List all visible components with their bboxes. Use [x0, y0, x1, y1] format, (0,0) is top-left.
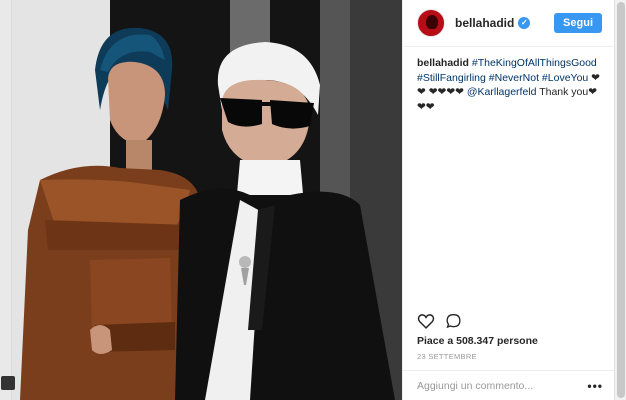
- camera-icon: [1, 376, 15, 390]
- left-edge-strip: [0, 0, 15, 400]
- hashtag-link[interactable]: #StillFangirling: [417, 72, 486, 84]
- hashtag-link[interactable]: #TheKingOfAllThingsGood: [472, 57, 597, 69]
- hashtag-link[interactable]: #LoveYou: [542, 72, 588, 84]
- heart-outline-icon: [417, 314, 435, 329]
- comment-bar: •••: [403, 370, 615, 400]
- comment-input[interactable]: [417, 379, 577, 392]
- mention-link[interactable]: @Karllagerfeld: [467, 86, 537, 98]
- scrollbar-thumb[interactable]: [617, 2, 625, 398]
- caption-hearts: ❤❤❤❤: [428, 86, 464, 98]
- comment-button[interactable]: [445, 313, 462, 329]
- post-photo[interactable]: [0, 0, 402, 400]
- post-date[interactable]: 23 SETTEMBRE: [417, 352, 477, 361]
- hashtag-link[interactable]: #NeverNot: [489, 72, 539, 84]
- post-header: bellahadid ✓ Segui: [403, 0, 614, 47]
- follow-button[interactable]: Segui: [554, 13, 602, 33]
- like-button[interactable]: [417, 313, 435, 329]
- post-actions: [417, 313, 462, 329]
- scrollbar[interactable]: [614, 0, 626, 400]
- avatar[interactable]: [417, 9, 445, 37]
- likes-count[interactable]: Piace a 508.347 persone: [417, 335, 538, 347]
- post-caption: bellahadid #TheKingOfAllThingsGood #Stil…: [403, 47, 614, 114]
- username-link[interactable]: bellahadid: [455, 16, 514, 30]
- post-photo-image: [0, 0, 402, 400]
- caption-username[interactable]: bellahadid: [417, 57, 469, 69]
- post-side-panel: bellahadid ✓ Segui bellahadid #TheKingOf…: [402, 0, 615, 400]
- verified-badge-icon: ✓: [518, 17, 531, 29]
- comment-bubble-icon: [446, 313, 461, 329]
- more-options-icon[interactable]: •••: [587, 379, 603, 393]
